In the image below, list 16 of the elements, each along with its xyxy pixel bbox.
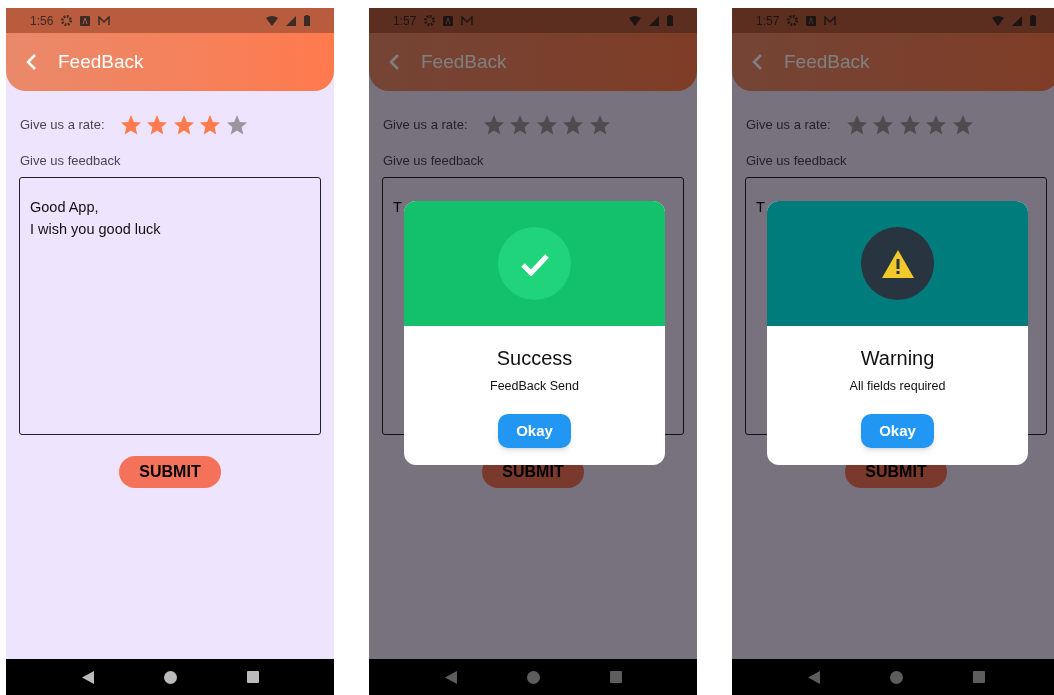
dialog-message: FeedBack Send xyxy=(490,378,579,395)
screen-title: FeedBack xyxy=(784,49,870,74)
screen-title: FeedBack xyxy=(58,49,144,74)
rate-label: Give us a rate: xyxy=(20,116,105,135)
dialog-title: Success xyxy=(496,346,573,371)
rate-label: Give us a rate: xyxy=(383,116,468,135)
dialog-message: All fields required xyxy=(849,378,946,395)
screen-title: FeedBack xyxy=(421,49,507,74)
rate-label: Give us a rate: xyxy=(746,116,831,135)
feedback-label: Give us feedback xyxy=(382,152,485,170)
status-time: 1:57 xyxy=(393,12,417,30)
feedback-label: Give us feedback xyxy=(19,152,122,170)
status-time: 1:56 xyxy=(30,12,54,30)
status-time: 1:57 xyxy=(756,12,780,30)
dialog-title: Warning xyxy=(860,346,935,371)
feedback-label: Give us feedback xyxy=(745,152,848,170)
